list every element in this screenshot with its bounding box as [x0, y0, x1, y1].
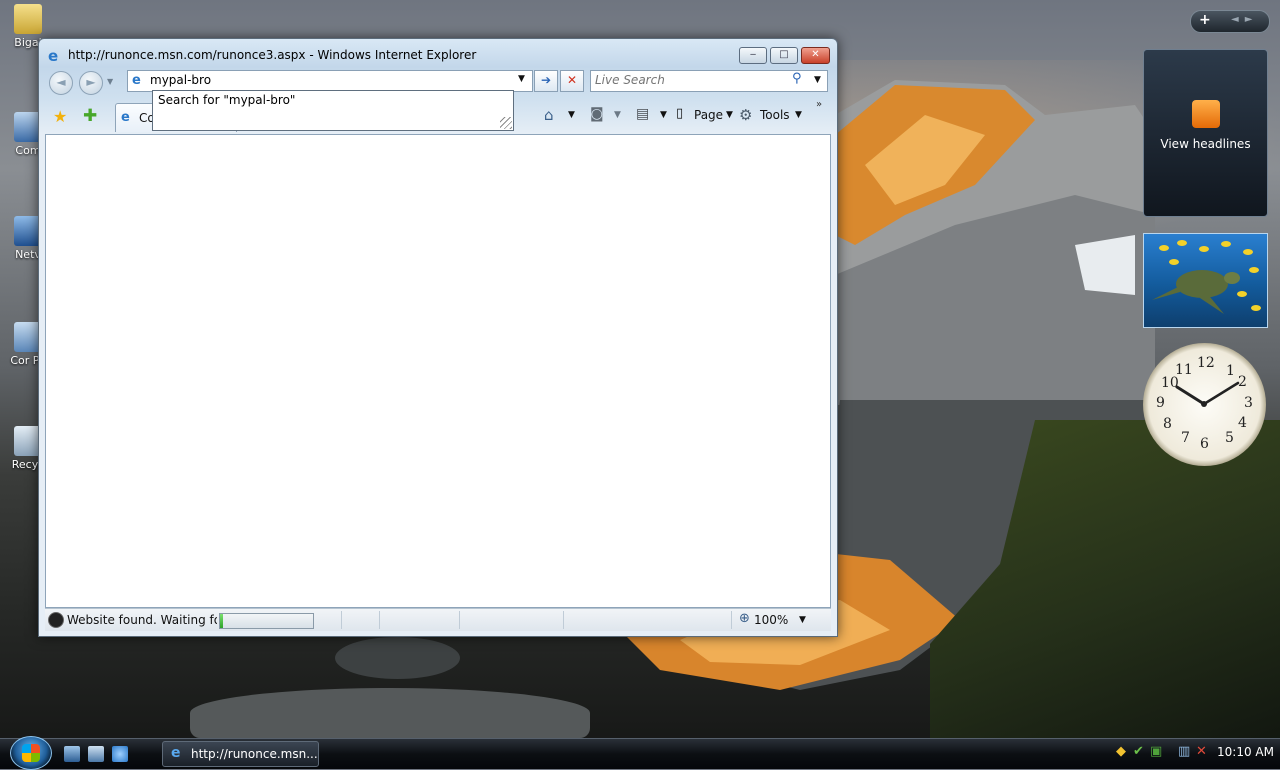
- taskbar-ie-window-button[interactable]: e http://runonce.msn...: [162, 741, 319, 767]
- taskbar-ie-icon: e: [171, 745, 181, 761]
- search-input[interactable]: [595, 72, 785, 88]
- zoom-dropdown-icon[interactable]: ▼: [799, 615, 806, 625]
- address-input[interactable]: [150, 72, 510, 88]
- close-button[interactable]: ✕: [801, 47, 830, 64]
- window-title: http://runonce.msn.com/runonce3.aspx - W…: [68, 48, 477, 62]
- zoom-icon[interactable]: ⊕: [739, 611, 750, 626]
- show-desktop-icon[interactable]: [64, 746, 80, 762]
- search-options-dropdown-icon[interactable]: ▼: [814, 75, 821, 85]
- home-icon[interactable]: ⌂: [544, 106, 554, 124]
- forward-button[interactable]: ►: [79, 71, 103, 95]
- status-divider: [379, 611, 380, 629]
- internet-explorer-window[interactable]: e http://runonce.msn.com/runonce3.aspx -…: [38, 38, 838, 637]
- loading-icon: [48, 612, 64, 628]
- desktop-icon-label: Com: [15, 144, 41, 157]
- rss-icon: [1192, 100, 1220, 128]
- page-menu-button[interactable]: Page: [694, 108, 723, 122]
- toolbar-overflow-chevron-icon[interactable]: »: [816, 99, 822, 110]
- mountain-wallpaper: [835, 80, 1155, 405]
- grass-shore: [930, 420, 1280, 740]
- tools-dropdown-icon[interactable]: ▼: [795, 110, 802, 120]
- page-dropdown-icon[interactable]: ▼: [726, 110, 733, 120]
- go-arrow-icon: ➔: [540, 73, 552, 87]
- tab-ie-icon: e: [121, 110, 130, 125]
- zoom-level[interactable]: 100%: [754, 613, 788, 627]
- windows-logo-icon: [22, 744, 40, 762]
- clock-gadget[interactable]: 12 1 2 3 4 5 6 7 8 9 10 11: [1143, 343, 1266, 466]
- status-divider: [341, 611, 342, 629]
- defender-icon[interactable]: ✔: [1133, 744, 1144, 759]
- status-bar: Website found. Waiting for r ⊕ 100% ▼: [45, 608, 831, 631]
- slideshow-gadget[interactable]: [1143, 233, 1268, 328]
- home-dropdown-icon[interactable]: ▼: [568, 110, 575, 120]
- print-dropdown-icon[interactable]: ▼: [660, 110, 667, 120]
- feeds-dropdown-icon[interactable]: ▼: [614, 110, 621, 120]
- resize-grip-icon[interactable]: [500, 117, 512, 129]
- status-divider: [731, 611, 732, 629]
- taskbar-clock[interactable]: 10:10 AM: [1217, 745, 1274, 759]
- maximize-button[interactable]: □: [770, 47, 798, 64]
- page-icon: e: [132, 73, 141, 88]
- rock: [335, 637, 460, 679]
- folder-icon: [14, 4, 42, 34]
- favorites-star-icon[interactable]: ★: [53, 107, 67, 126]
- stop-button[interactable]: ✕: [560, 70, 584, 92]
- quick-launch-ie-icon[interactable]: [112, 746, 128, 762]
- minimize-button[interactable]: ‒: [739, 47, 767, 64]
- gadget-nav-arrows-icon[interactable]: ◄►: [1231, 14, 1258, 25]
- address-bar[interactable]: e ▼: [127, 70, 533, 92]
- feeds-icon[interactable]: ◙: [590, 106, 604, 122]
- go-button[interactable]: ➔: [534, 70, 558, 92]
- rock-large: [190, 688, 590, 738]
- status-divider: [563, 611, 564, 629]
- network-status-icon[interactable]: ▥: [1178, 744, 1190, 759]
- status-divider: [459, 611, 460, 629]
- add-gadget-icon[interactable]: +: [1199, 12, 1211, 28]
- autocomplete-popup: Search for "mypal-bro": [152, 90, 514, 131]
- autocomplete-search-suggestion[interactable]: Search for "mypal-bro": [158, 93, 295, 107]
- page-menu-icon: ▯: [676, 106, 684, 121]
- add-favorites-icon[interactable]: ✚: [83, 106, 97, 126]
- page-content-area[interactable]: [45, 134, 831, 608]
- tray-app-icon[interactable]: ▣: [1150, 744, 1162, 759]
- start-button[interactable]: [10, 736, 52, 770]
- stop-x-icon: ✕: [566, 73, 578, 87]
- print-icon[interactable]: ▤: [636, 106, 649, 122]
- gear-icon: ⚙: [739, 106, 753, 124]
- back-arrow-icon: ◄: [56, 75, 66, 89]
- feed-headlines-gadget[interactable]: View headlines: [1143, 49, 1268, 217]
- taskbar-ie-label: http://runonce.msn...: [191, 747, 318, 761]
- forward-arrow-icon: ►: [86, 75, 96, 89]
- volume-muted-icon[interactable]: ✕: [1196, 744, 1207, 759]
- sidebar-gadget-controls[interactable]: + ◄►: [1190, 10, 1270, 33]
- turtle-photo: [1152, 240, 1261, 314]
- back-button[interactable]: ◄: [49, 71, 73, 95]
- clock-hands: [1175, 381, 1240, 407]
- progress-fill: [220, 614, 223, 628]
- progress-bar: [219, 613, 314, 629]
- tools-menu-button[interactable]: Tools: [760, 108, 790, 122]
- search-box[interactable]: ⚲ ▼: [590, 70, 828, 92]
- address-dropdown-icon[interactable]: ▼: [518, 74, 525, 84]
- security-shield-icon[interactable]: ◆: [1116, 744, 1126, 759]
- switch-windows-icon[interactable]: [88, 746, 104, 762]
- status-text: Website found. Waiting for r: [67, 613, 217, 627]
- ie-icon: e: [48, 47, 59, 65]
- recent-pages-dropdown-icon[interactable]: ▼: [107, 77, 113, 86]
- search-icon[interactable]: ⚲: [792, 71, 802, 86]
- view-headlines-link[interactable]: View headlines: [1144, 137, 1267, 151]
